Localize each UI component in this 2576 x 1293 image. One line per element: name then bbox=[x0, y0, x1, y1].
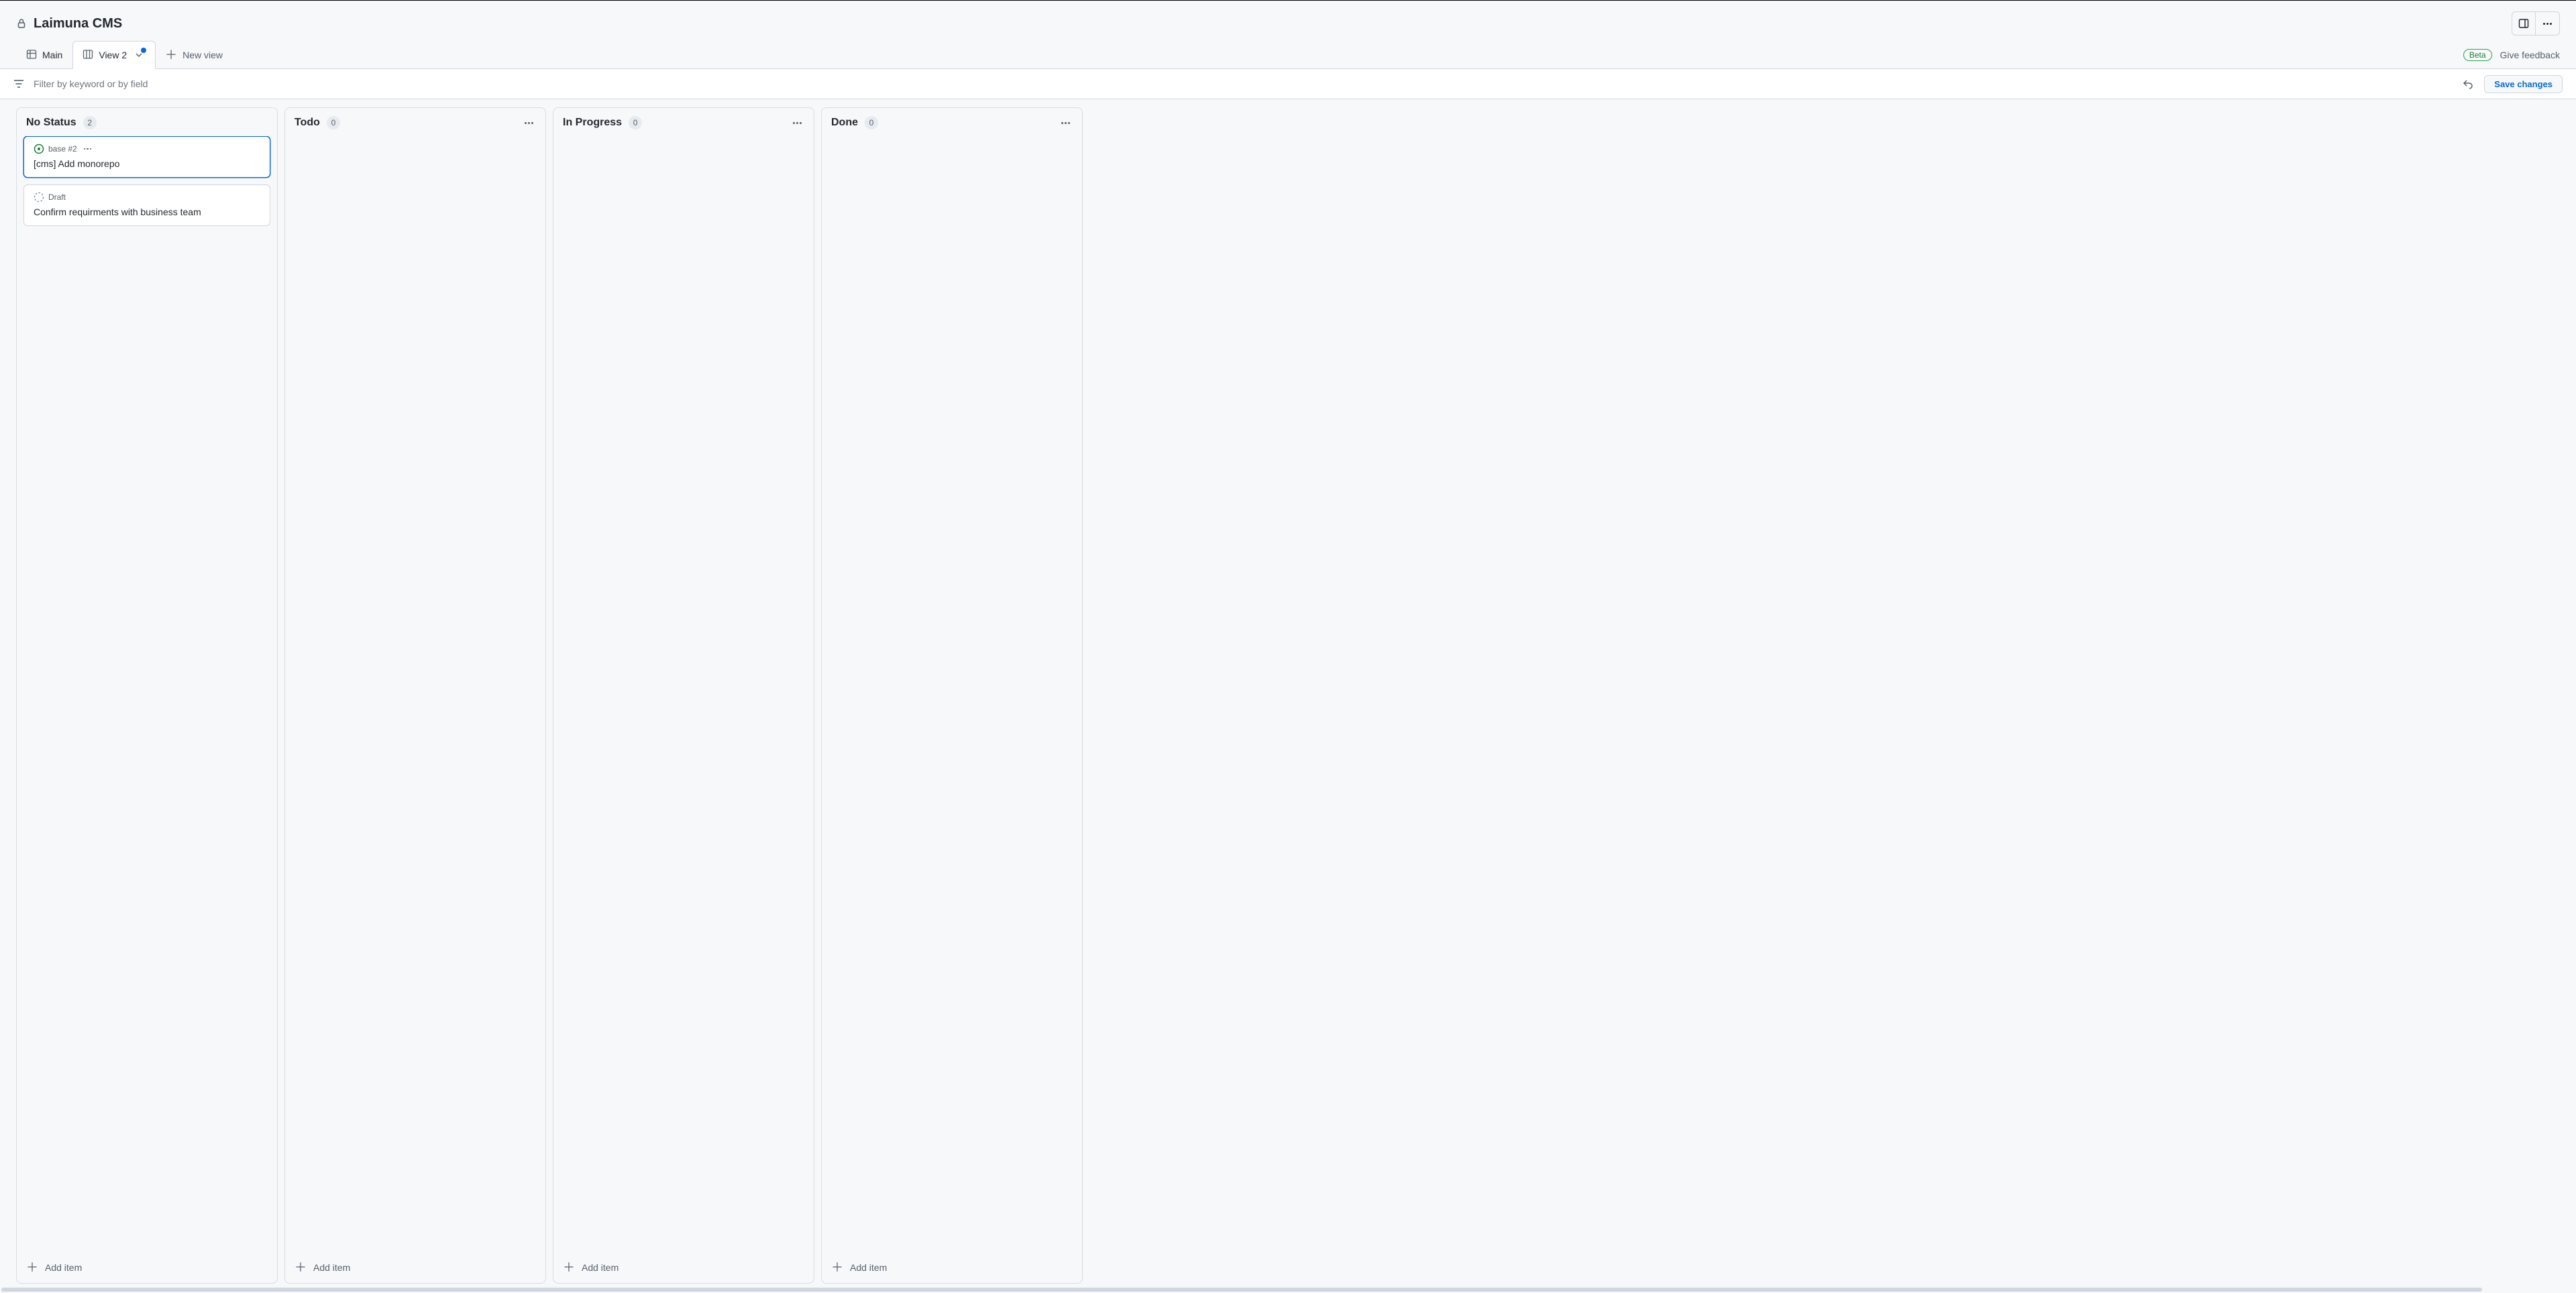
card-menu-button[interactable] bbox=[81, 147, 95, 152]
board-column: Done 0 ＋ Add item bbox=[821, 107, 1083, 1284]
project-header: Laimuna CMS bbox=[0, 1, 2576, 41]
tab-label: Main bbox=[42, 50, 62, 60]
plus-icon: ＋ bbox=[294, 1261, 307, 1274]
column-body bbox=[822, 136, 1082, 1255]
add-item-button[interactable]: ＋ Add item bbox=[822, 1255, 1082, 1283]
add-item-label: Add item bbox=[45, 1262, 82, 1273]
column-count-badge: 0 bbox=[629, 116, 642, 129]
card-meta: base #2 bbox=[34, 144, 260, 154]
board-column: No Status 2 base #2 [cms] Add monorepo Draft… bbox=[16, 107, 278, 1284]
card-title: Confirm requirments with business team bbox=[34, 207, 260, 217]
undo-icon bbox=[2463, 78, 2473, 89]
project-menu-button[interactable] bbox=[2536, 11, 2560, 36]
plus-icon: ＋ bbox=[165, 49, 177, 61]
column-title: No Status bbox=[26, 117, 76, 129]
plus-icon: ＋ bbox=[831, 1261, 843, 1274]
tab-main[interactable]: Main bbox=[16, 42, 72, 68]
filter-input[interactable] bbox=[34, 78, 2459, 89]
column-header: No Status 2 bbox=[17, 108, 277, 136]
column-body bbox=[553, 136, 814, 1255]
new-view-label: New view bbox=[182, 50, 223, 60]
board-card[interactable]: Draft Confirm requirments with business t… bbox=[23, 184, 270, 226]
board-column: Todo 0 ＋ Add item bbox=[284, 107, 546, 1284]
save-changes-button[interactable]: Save changes bbox=[2484, 75, 2563, 93]
panel-toggle-button[interactable] bbox=[2512, 11, 2536, 36]
beta-badge: Beta bbox=[2463, 49, 2492, 61]
tab-view2[interactable]: View 2 bbox=[72, 41, 156, 69]
views-tabs-row: Main View 2 ＋ New view bbox=[0, 41, 2576, 69]
card-meta-text: base #2 bbox=[48, 144, 77, 154]
tab-label: View 2 bbox=[99, 50, 127, 60]
add-item-label: Add item bbox=[850, 1262, 887, 1273]
board-column: In Progress 0 ＋ Add item bbox=[553, 107, 814, 1284]
column-count-badge: 0 bbox=[327, 116, 340, 129]
filter-bar: Save changes bbox=[0, 69, 2576, 99]
board: No Status 2 base #2 [cms] Add monorepo Draft… bbox=[0, 99, 2576, 1286]
lock-icon bbox=[16, 18, 27, 29]
plus-icon: ＋ bbox=[563, 1261, 575, 1274]
filter-icon[interactable] bbox=[13, 80, 24, 88]
plus-icon: ＋ bbox=[26, 1261, 38, 1274]
column-count-badge: 0 bbox=[865, 116, 878, 129]
horizontal-scrollbar[interactable] bbox=[0, 1286, 2576, 1293]
card-title: [cms] Add monorepo bbox=[34, 158, 260, 169]
column-title: Todo bbox=[294, 117, 320, 129]
card-meta: Draft bbox=[34, 192, 260, 203]
add-item-label: Add item bbox=[313, 1262, 350, 1273]
table-icon bbox=[26, 49, 37, 62]
column-header: In Progress 0 bbox=[553, 108, 814, 136]
give-feedback-link[interactable]: Give feedback bbox=[2500, 50, 2561, 60]
column-count-badge: 2 bbox=[83, 116, 97, 129]
column-title: Done bbox=[831, 117, 858, 129]
board-icon bbox=[83, 49, 93, 62]
add-item-button[interactable]: ＋ Add item bbox=[285, 1255, 545, 1283]
project-title: Laimuna CMS bbox=[34, 16, 122, 32]
issue-open-icon bbox=[34, 144, 44, 154]
panel-icon bbox=[2518, 18, 2529, 29]
new-view-button[interactable]: ＋ New view bbox=[156, 42, 232, 68]
tab-dropdown-button[interactable] bbox=[132, 48, 146, 62]
column-menu-button[interactable] bbox=[1059, 119, 1073, 127]
add-item-button[interactable]: ＋ Add item bbox=[553, 1255, 814, 1283]
column-header: Todo 0 bbox=[285, 108, 545, 136]
unsaved-indicator-icon bbox=[141, 48, 146, 53]
column-header: Done 0 bbox=[822, 108, 1082, 136]
add-item-label: Add item bbox=[582, 1262, 619, 1273]
board-card[interactable]: base #2 [cms] Add monorepo bbox=[23, 136, 270, 178]
column-body: base #2 [cms] Add monorepo Draft Confirm re… bbox=[17, 136, 277, 1255]
draft-icon bbox=[34, 192, 44, 203]
card-meta-text: Draft bbox=[48, 192, 66, 202]
column-body bbox=[285, 136, 545, 1255]
chevron-down-icon bbox=[136, 52, 142, 58]
column-menu-button[interactable] bbox=[790, 119, 804, 127]
add-item-button[interactable]: ＋ Add item bbox=[17, 1255, 277, 1283]
kebab-icon bbox=[2543, 23, 2552, 25]
column-title: In Progress bbox=[563, 117, 622, 129]
column-menu-button[interactable] bbox=[522, 119, 536, 127]
discard-changes-button[interactable] bbox=[2459, 74, 2477, 93]
